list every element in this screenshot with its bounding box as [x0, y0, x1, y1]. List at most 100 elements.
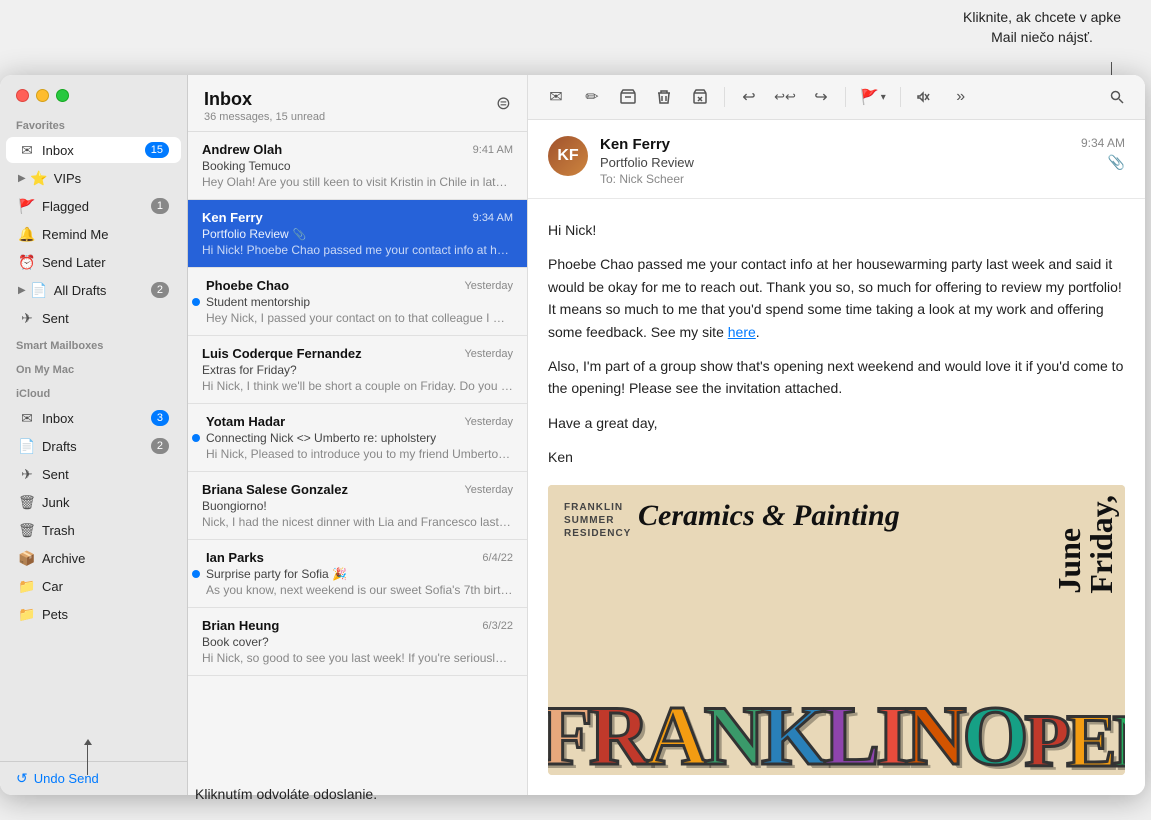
sidebar-item-icloud-archive[interactable]: 📦 Archive [6, 545, 181, 571]
email-subject-line: Portfolio Review [600, 155, 1069, 170]
mute-button[interactable] [909, 83, 941, 111]
inbox-icon: ✉ [18, 141, 36, 159]
poster-letter-A: A [646, 687, 707, 775]
message-subject: Booking Temuco [202, 159, 513, 173]
undo-send-button[interactable]: ↺ Undo Send [0, 761, 187, 795]
traffic-light-minimize[interactable] [36, 89, 49, 102]
sidebar-item-icloud-junk[interactable]: 🗑 Junk [6, 489, 181, 515]
message-item[interactable]: Brian Heung 6/3/22 Book cover? Hi Nick, … [188, 608, 527, 676]
email-sender-name: Ken Ferry [600, 136, 1069, 153]
remind-me-icon: 🔔 [18, 225, 36, 243]
sidebar-item-label: Remind Me [42, 227, 169, 242]
sidebar-item-icloud-trash[interactable]: 🗑 Trash [6, 517, 181, 543]
message-subject: Portfolio Review 📎 [202, 227, 513, 241]
sidebar-item-send-later[interactable]: ⏰ Send Later [6, 249, 181, 275]
traffic-light-close[interactable] [16, 89, 29, 102]
sender-avatar: KF [548, 136, 588, 176]
compose-button[interactable]: ✏ [576, 83, 608, 111]
message-item[interactable]: Luis Coderque Fernandez Yesterday Extras… [188, 336, 527, 404]
sidebar-item-label: Flagged [42, 199, 151, 214]
flag-button[interactable]: 🚩 ▾ [854, 83, 892, 111]
reply-all-button[interactable]: ↩↩ [769, 83, 801, 111]
message-preview: Hi Nick, Pleased to introduce you to my … [206, 447, 513, 461]
message-item[interactable]: Yotam Hadar Yesterday Connecting Nick <>… [188, 404, 527, 472]
sidebar-item-icloud-sent[interactable]: ✈ Sent [6, 461, 181, 487]
message-time: Yesterday [464, 484, 513, 496]
sidebar-item-label: Car [42, 579, 169, 594]
attachment-icon: 📎 [293, 228, 307, 241]
sidebar-item-label: Trash [42, 523, 169, 538]
section-on-my-mac: On My Mac [0, 356, 187, 380]
archive-button[interactable] [612, 83, 644, 111]
icloud-drafts-icon: 📄 [18, 437, 36, 455]
sidebar-item-label: Sent [42, 467, 169, 482]
body-paragraph-greeting: Hi Nick! [548, 219, 1125, 241]
sent-fav-icon: ✈ [18, 309, 36, 327]
message-time: Yesterday [464, 280, 513, 292]
expand-arrow: ▶ [18, 285, 26, 296]
message-item[interactable]: Ian Parks 6/4/22 Surprise party for Sofi… [188, 540, 527, 608]
message-subject: Buongiorno! [202, 499, 513, 513]
undo-send-label: Undo Send [34, 771, 99, 786]
message-list-body: Andrew Olah 9:41 AM Booking Temuco Hey O… [188, 132, 527, 795]
message-item[interactable]: Briana Salese Gonzalez Yesterday Buongio… [188, 472, 527, 540]
message-list-header: Inbox 36 messages, 15 unread ⊜ [188, 75, 527, 132]
sidebar-item-icloud-drafts[interactable]: 📄 Drafts 2 [6, 433, 181, 459]
move-to-junk-button[interactable] [684, 83, 716, 111]
email-poster: FRANKLIN SUMMER RESIDENCY Ceramics & Pai… [548, 485, 1125, 775]
traffic-light-fullscreen[interactable] [56, 89, 69, 102]
toolbar-separator [900, 87, 901, 107]
email-header-info: Ken Ferry Portfolio Review To: Nick Sche… [600, 136, 1069, 186]
sidebar-item-vips[interactable]: ▶ ⭐ VIPs [6, 165, 181, 191]
sidebar-item-remind-me[interactable]: 🔔 Remind Me [6, 221, 181, 247]
forward-button[interactable]: ↪ [805, 83, 837, 111]
sidebar-item-all-drafts[interactable]: ▶ 📄 All Drafts 2 [6, 277, 181, 303]
sidebar-item-car[interactable]: 📁 Car [6, 573, 181, 599]
sidebar-item-pets[interactable]: 📁 Pets [6, 601, 181, 627]
delete-button[interactable] [648, 83, 680, 111]
email-attachment-header-icon: 📎 [1081, 154, 1125, 171]
sidebar-item-icloud-inbox[interactable]: ✉ Inbox 3 [6, 405, 181, 431]
here-link[interactable]: here [728, 324, 756, 340]
vips-icon: ⭐ [30, 169, 48, 187]
sidebar-item-label: Drafts [42, 439, 151, 454]
message-preview: As you know, next weekend is our sweet S… [206, 583, 513, 597]
sidebar-item-label: Pets [42, 607, 169, 622]
search-button[interactable] [1101, 83, 1133, 111]
message-item[interactable]: Phoebe Chao Yesterday Student mentorship… [188, 268, 527, 336]
poster-3d-letters: F R A N K L I N O P E N [548, 687, 1125, 775]
tooltip-bottom-left: Kliknutím odvoláte odoslanie. [195, 786, 377, 802]
message-list-subtitle: 36 messages, 15 unread [204, 111, 325, 123]
icloud-sent-icon: ✈ [18, 465, 36, 483]
more-button[interactable]: » [945, 83, 977, 111]
email-to-line: To: Nick Scheer [600, 172, 1069, 186]
reply-button[interactable]: ↩ [733, 83, 765, 111]
car-folder-icon: 📁 [18, 577, 36, 595]
message-item[interactable]: Andrew Olah 9:41 AM Booking Temuco Hey O… [188, 132, 527, 200]
message-subject: Surprise party for Sofia 🎉 [206, 567, 513, 581]
message-preview: Hey Nick, I passed your contact on to th… [206, 311, 513, 325]
sidebar-item-inbox[interactable]: ✉ Inbox 15 [6, 137, 181, 163]
tooltip-top-right: Kliknite, ak chcete v apke Mail niečo ná… [963, 8, 1121, 47]
body-paragraph-2: Also, I'm part of a group show that's op… [548, 355, 1125, 400]
message-item-selected[interactable]: Ken Ferry 9:34 AM Portfolio Review 📎 Hi … [188, 200, 527, 268]
message-list: Inbox 36 messages, 15 unread ⊜ Andrew Ol… [188, 75, 528, 795]
sidebar-item-label: Inbox [42, 411, 151, 426]
sidebar-item-label: Sent [42, 311, 169, 326]
icloud-drafts-badge: 2 [151, 438, 169, 454]
unread-dot [192, 570, 200, 578]
flagged-badge: 1 [151, 198, 169, 214]
new-message-button[interactable]: ✉ [540, 83, 572, 111]
sidebar-item-flagged[interactable]: 🚩 Flagged 1 [6, 193, 181, 219]
sidebar-item-label: All Drafts [54, 283, 151, 298]
flagged-icon: 🚩 [18, 197, 36, 215]
poster-letter-E: E [1066, 699, 1116, 775]
tooltip-bottom-line [87, 745, 88, 775]
poster-letter-K: K [761, 687, 827, 775]
icloud-archive-icon: 📦 [18, 549, 36, 567]
sidebar-item-sent-fav[interactable]: ✈ Sent [6, 305, 181, 331]
poster-text-left: FRANKLIN SUMMER RESIDENCY [564, 501, 631, 540]
toolbar-separator [724, 87, 725, 107]
filter-icon[interactable]: ⊜ [496, 93, 511, 114]
poster-letter-N3: N [1112, 699, 1125, 775]
